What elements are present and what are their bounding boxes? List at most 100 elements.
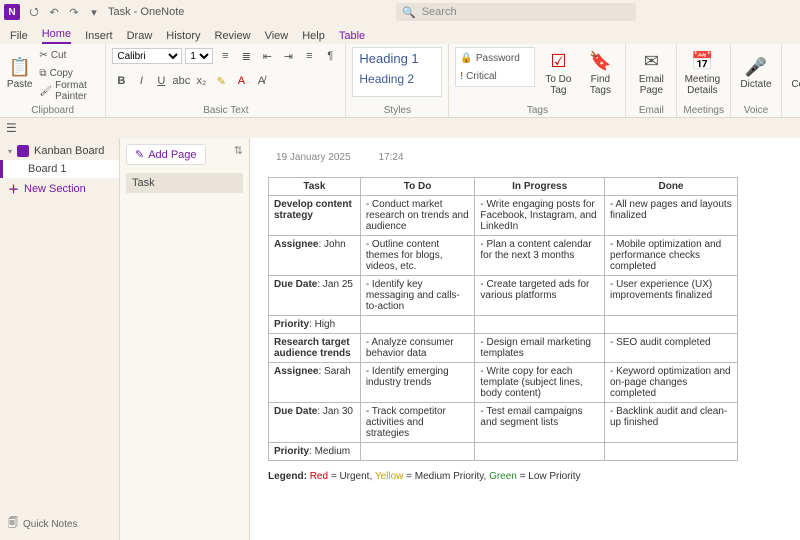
format-painter-button[interactable]: 🖌Format Painter (37, 83, 99, 99)
table-cell[interactable]: - Plan a content calendar for the next 3… (475, 236, 605, 276)
add-page-button[interactable]: ✎Add Page (126, 144, 206, 165)
table-cell[interactable]: Assignee: Sarah (269, 363, 361, 403)
table-cell[interactable]: - Backlink audit and clean-up finished (604, 403, 737, 443)
tab-insert[interactable]: Insert (85, 30, 113, 44)
table-row[interactable]: Assignee: Sarah- Identify emerging indus… (269, 363, 738, 403)
style-heading1[interactable]: Heading 1 (353, 48, 441, 69)
tag-password[interactable]: 🔒Password (458, 50, 532, 66)
notebook-item[interactable]: ▾Kanban Board (0, 142, 119, 160)
meeting-details-button[interactable]: 📅Meeting Details (683, 47, 721, 101)
tab-table[interactable]: Table (339, 30, 365, 44)
tab-file[interactable]: File (10, 30, 28, 44)
tab-home[interactable]: Home (42, 28, 71, 44)
task-table[interactable]: TaskTo DoIn ProgressDoneDevelop content … (268, 177, 738, 461)
copy-button[interactable]: ⧉Copy (37, 65, 99, 81)
new-section-button[interactable]: ＋New Section (0, 178, 119, 200)
tab-draw[interactable]: Draw (127, 30, 153, 44)
table-cell[interactable]: - Write copy for each template (subject … (475, 363, 605, 403)
table-cell[interactable]: - Conduct market research on trends and … (360, 196, 475, 236)
redo-icon[interactable]: ↷ (64, 2, 84, 22)
table-cell[interactable] (475, 316, 605, 334)
font-name-select[interactable]: Calibri (112, 48, 182, 64)
dropdown-icon[interactable]: ▾ (84, 2, 104, 22)
table-cell[interactable]: - User experience (UX) improvements fina… (604, 276, 737, 316)
paste-button[interactable]: 📋Paste (6, 47, 33, 101)
table-cell[interactable]: Priority: Medium (269, 443, 361, 461)
table-cell[interactable]: Research target audience trends (269, 334, 361, 363)
outdent-icon[interactable]: ⇤ (258, 47, 276, 65)
copilot-button[interactable]: ✦Copilot (788, 47, 800, 101)
tab-view[interactable]: View (265, 30, 289, 44)
table-cell[interactable]: - Track competitor activities and strate… (360, 403, 475, 443)
tag-critical[interactable]: !Critical (458, 68, 532, 84)
table-row[interactable]: Priority: High (269, 316, 738, 334)
table-cell[interactable]: Due Date: Jan 30 (269, 403, 361, 443)
table-cell[interactable]: - Design email marketing templates (475, 334, 605, 363)
cut-button[interactable]: ✂Cut (37, 47, 99, 63)
table-cell[interactable]: - Test email campaigns and segment lists (475, 403, 605, 443)
font-size-select[interactable]: 11 (185, 48, 213, 64)
clear-format-button[interactable]: A̸ (252, 72, 270, 90)
table-cell[interactable]: Due Date: Jan 25 (269, 276, 361, 316)
paragraph-icon[interactable]: ¶ (321, 47, 339, 65)
table-row[interactable]: Priority: Medium (269, 443, 738, 461)
save-icon[interactable]: ⭯ (24, 2, 44, 22)
dictate-button[interactable]: 🎤Dictate (737, 47, 775, 101)
table-cell[interactable]: - Analyze consumer behavior data (360, 334, 475, 363)
group-label-meetings: Meetings (683, 105, 724, 117)
ribbon: 📋Paste ✂Cut ⧉Copy 🖌Format Painter Clipbo… (0, 44, 800, 118)
table-cell[interactable]: Develop content strategy (269, 196, 361, 236)
styles-gallery[interactable]: Heading 1 Heading 2 (352, 47, 442, 97)
tab-review[interactable]: Review (215, 30, 251, 44)
table-cell[interactable]: - Identify key messaging and calls-to-ac… (360, 276, 475, 316)
hamburger-icon[interactable]: ☰ (6, 121, 17, 135)
find-tags-button[interactable]: 🔖Find Tags (581, 47, 619, 101)
table-cell[interactable]: - Create targeted ads for various platfo… (475, 276, 605, 316)
indent-icon[interactable]: ⇥ (279, 47, 297, 65)
table-row[interactable]: Research target audience trends- Analyze… (269, 334, 738, 363)
search-input[interactable]: 🔍 Search (396, 3, 636, 21)
italic-button[interactable]: I (132, 72, 150, 90)
table-cell[interactable]: Assignee: John (269, 236, 361, 276)
underline-button[interactable]: U (152, 72, 170, 90)
font-color-button[interactable]: A (232, 72, 250, 90)
subscript-button[interactable]: x₂ (192, 72, 210, 90)
numbering-icon[interactable]: ≣ (237, 47, 255, 65)
page-item[interactable]: Task (126, 173, 243, 193)
table-cell[interactable] (360, 316, 475, 334)
table-row[interactable]: Assignee: John- Outline content themes f… (269, 236, 738, 276)
quick-notes-button[interactable]: 🗐Quick Notes (0, 513, 119, 536)
table-cell[interactable] (360, 443, 475, 461)
table-cell[interactable]: - Outline content themes for blogs, vide… (360, 236, 475, 276)
table-cell[interactable]: - Identify emerging industry trends (360, 363, 475, 403)
tab-history[interactable]: History (166, 30, 200, 44)
undo-icon[interactable]: ↶ (44, 2, 64, 22)
todo-tag-button[interactable]: ☑To Do Tag (539, 47, 577, 101)
page-canvas[interactable]: 19 January 2025 17:24 TaskTo DoIn Progre… (250, 138, 800, 540)
style-heading2[interactable]: Heading 2 (353, 69, 441, 89)
table-row[interactable]: Due Date: Jan 25- Identify key messaging… (269, 276, 738, 316)
table-cell[interactable]: Priority: High (269, 316, 361, 334)
align-icon[interactable]: ≡ (300, 47, 318, 65)
table-row[interactable]: Due Date: Jan 30- Track competitor activ… (269, 403, 738, 443)
table-cell[interactable]: - SEO audit completed (604, 334, 737, 363)
table-cell[interactable]: - Write engaging posts for Facebook, Ins… (475, 196, 605, 236)
table-row[interactable]: Develop content strategy- Conduct market… (269, 196, 738, 236)
plus-icon: ＋ (8, 181, 19, 197)
table-cell[interactable]: - Keyword optimization and on-page chang… (604, 363, 737, 403)
table-cell[interactable] (475, 443, 605, 461)
email-page-button[interactable]: ✉Email Page (632, 47, 670, 101)
app-icon: N (4, 4, 20, 20)
bullets-icon[interactable]: ≡ (216, 47, 234, 65)
section-item[interactable]: Board 1 (0, 160, 119, 178)
bold-button[interactable]: B (112, 72, 130, 90)
table-cell[interactable] (604, 443, 737, 461)
table-cell[interactable] (604, 316, 737, 334)
highlight-button[interactable]: ✎ (212, 72, 230, 90)
table-cell[interactable]: - Mobile optimization and performance ch… (604, 236, 737, 276)
strike-button[interactable]: abc (172, 72, 190, 90)
sort-pages-button[interactable]: ⇅ (234, 144, 243, 157)
search-icon: 🔍 (402, 6, 416, 19)
table-cell[interactable]: - All new pages and layouts finalized (604, 196, 737, 236)
tab-help[interactable]: Help (302, 30, 325, 44)
